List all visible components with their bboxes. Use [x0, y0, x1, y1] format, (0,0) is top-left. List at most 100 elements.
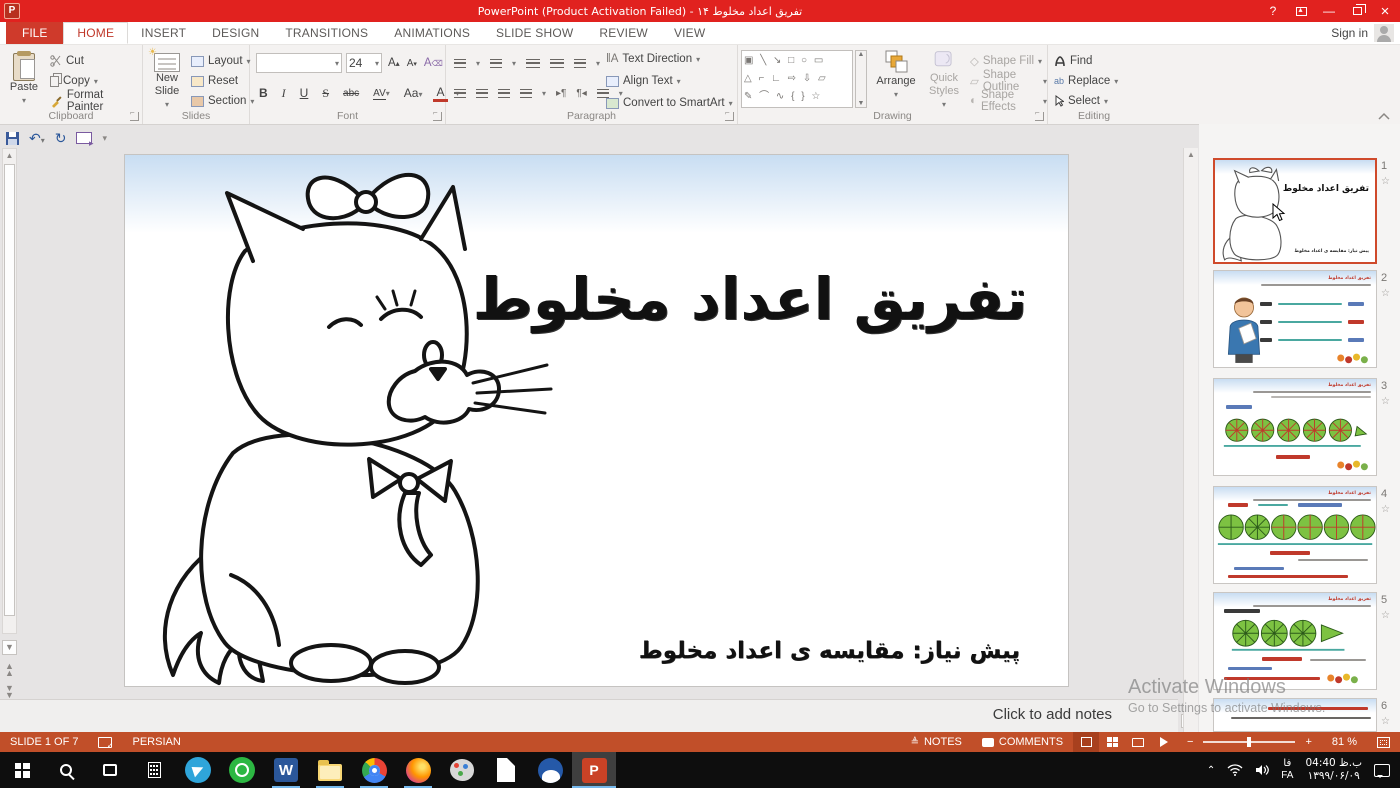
blue-app-button[interactable]	[528, 752, 572, 788]
slide-counter[interactable]: SLIDE 1 OF 7	[0, 732, 88, 752]
telegram-button[interactable]	[176, 752, 220, 788]
tab-transitions[interactable]: TRANSITIONS	[272, 22, 381, 44]
notes-pane[interactable]: Click to add notes	[0, 699, 1178, 732]
section-button[interactable]: Section▾	[191, 91, 254, 111]
justify-button[interactable]	[520, 89, 532, 98]
slide-vertical-scrollbar[interactable]: ▲	[2, 148, 17, 634]
whatsapp-button[interactable]	[220, 752, 264, 788]
fit-slide-button[interactable]	[1367, 732, 1400, 752]
tab-animations[interactable]: ANIMATIONS	[381, 22, 483, 44]
italic-button[interactable]: I	[279, 86, 289, 101]
numbering-button[interactable]	[490, 59, 502, 68]
thumbnail-slide-1[interactable]: تفريق اعداد مخلوط پیش نیاز: مقایسه ی اعد…	[1213, 158, 1377, 264]
cut-button[interactable]: Cut	[50, 51, 84, 71]
collapse-ribbon-button[interactable]	[1378, 112, 1390, 120]
shape-outline-button[interactable]: ▱Shape Outline▾	[970, 71, 1047, 91]
subscript-button[interactable]: abc	[340, 88, 362, 99]
chrome-button[interactable]	[352, 752, 396, 788]
task-view-button[interactable]	[88, 752, 132, 788]
minimize-button[interactable]: —	[1316, 1, 1342, 21]
search-button[interactable]	[44, 752, 88, 788]
calculator-button[interactable]	[132, 752, 176, 788]
save-button[interactable]	[6, 132, 19, 145]
zoom-in-button[interactable]: +	[1301, 732, 1321, 752]
tab-slide-show[interactable]: SLIDE SHOW	[483, 22, 586, 44]
sign-in-link[interactable]: Sign in	[1331, 26, 1368, 40]
proofing-button[interactable]	[88, 732, 122, 752]
change-case-button[interactable]: Aa▾	[401, 86, 426, 100]
language-switcher[interactable]: فا FA	[1281, 758, 1293, 782]
scroll-down-arrow[interactable]: ▼	[2, 640, 17, 655]
font-size-combo[interactable]: 24▾	[346, 53, 382, 73]
comments-toggle-button[interactable]: COMMENTS	[972, 732, 1073, 752]
grow-font-button[interactable]: A▴	[388, 57, 400, 69]
new-slide-button[interactable]: New Slide▾	[145, 49, 189, 111]
align-left-button[interactable]	[454, 89, 466, 98]
tab-view[interactable]: VIEW	[661, 22, 718, 44]
slide-title[interactable]: تفريق اعداد مخلوط	[470, 265, 1030, 333]
volume-icon[interactable]	[1255, 764, 1269, 776]
notes-toggle-button[interactable]: ≜NOTES	[901, 732, 972, 752]
shape-fill-button[interactable]: ◇Shape Fill▾	[970, 51, 1042, 71]
slide-canvas[interactable]: تفريق اعداد مخلوط پیش نیاز: مقایسه ی اعد…	[124, 154, 1069, 687]
start-from-beginning-button[interactable]	[76, 132, 92, 144]
customize-qat-button[interactable]: ▾	[102, 133, 107, 144]
reading-view-button[interactable]	[1125, 732, 1151, 752]
text-direction-button[interactable]: ‖AText Direction▾	[606, 49, 700, 69]
ltr-direction-button[interactable]: ▸¶	[556, 88, 566, 99]
shapes-gallery[interactable]: ▣ ╲ ↘ □ ○ ▭△ ⌐ ∟ ⇨ ⇩ ▱✎ ⌒ ∿ { } ☆	[741, 50, 853, 108]
thumbnail-scrollbar[interactable]: ▲	[1183, 148, 1198, 732]
firefox-button[interactable]	[396, 752, 440, 788]
zoom-slider[interactable]	[1203, 741, 1295, 743]
tab-file[interactable]: FILE	[6, 22, 63, 44]
thumbnail-slide-3[interactable]: تفريق اعداد مخلوط	[1213, 378, 1377, 476]
font-dialog-launcher[interactable]	[433, 112, 442, 121]
wifi-icon[interactable]	[1227, 764, 1243, 776]
notes-placeholder[interactable]: Click to add notes	[993, 706, 1112, 723]
tray-expand-button[interactable]: ⌃	[1207, 765, 1215, 776]
thumbnail-slide-5[interactable]: تفريق اعداد مخلوط	[1213, 592, 1377, 690]
find-button[interactable]: Find	[1054, 51, 1092, 71]
thumbnail-slide-6[interactable]	[1213, 698, 1377, 732]
paint-button[interactable]	[440, 752, 484, 788]
file-explorer-button[interactable]	[308, 752, 352, 788]
notepad-button[interactable]	[484, 752, 528, 788]
start-button[interactable]	[0, 752, 44, 788]
cat-clipart[interactable]	[133, 157, 563, 687]
ribbon-display-options-button[interactable]	[1288, 1, 1314, 21]
bullets-button[interactable]	[454, 59, 466, 68]
tab-insert[interactable]: INSERT	[128, 22, 199, 44]
zoom-out-button[interactable]: −	[1177, 732, 1197, 752]
copy-button[interactable]: Copy▾	[50, 71, 98, 91]
quick-styles-button[interactable]: Quick Styles▾	[922, 49, 966, 111]
scrollbar-thumb[interactable]	[4, 164, 15, 616]
tab-design[interactable]: DESIGN	[199, 22, 272, 44]
restore-button[interactable]	[1344, 1, 1370, 21]
tab-home[interactable]: HOME	[63, 22, 128, 44]
paragraph-dialog-launcher[interactable]	[725, 112, 734, 121]
language-indicator[interactable]: PERSIAN	[122, 732, 190, 752]
drawing-dialog-launcher[interactable]	[1035, 112, 1044, 121]
rtl-direction-button[interactable]: ¶◂	[576, 88, 586, 99]
increase-indent-button[interactable]	[550, 59, 564, 68]
align-center-button[interactable]	[476, 89, 488, 98]
word-button[interactable]: W	[264, 752, 308, 788]
shapes-gallery-scrollbar[interactable]: ▲▼	[855, 50, 867, 108]
align-text-button[interactable]: Align Text▾	[606, 71, 681, 91]
character-spacing-button[interactable]: AV▾	[370, 88, 393, 99]
redo-button[interactable]: ↻	[55, 130, 67, 147]
action-center-icon[interactable]	[1374, 764, 1390, 777]
thumbnail-slide-2[interactable]: تفريق اعداد مخلوط	[1213, 270, 1377, 368]
line-spacing-button[interactable]	[574, 59, 586, 68]
align-right-button[interactable]	[498, 89, 510, 98]
select-button[interactable]: Select▾	[1054, 91, 1108, 111]
bold-button[interactable]: B	[256, 86, 271, 100]
slide-sorter-view-button[interactable]	[1099, 732, 1125, 752]
slide-show-button[interactable]	[1151, 732, 1177, 752]
clipboard-dialog-launcher[interactable]	[130, 112, 139, 121]
tab-review[interactable]: REVIEW	[586, 22, 661, 44]
close-button[interactable]: ×	[1372, 1, 1398, 21]
powerpoint-taskbar-button[interactable]: P	[572, 752, 616, 788]
format-painter-button[interactable]: Format Painter	[50, 91, 142, 111]
help-button[interactable]: ?	[1260, 1, 1286, 21]
